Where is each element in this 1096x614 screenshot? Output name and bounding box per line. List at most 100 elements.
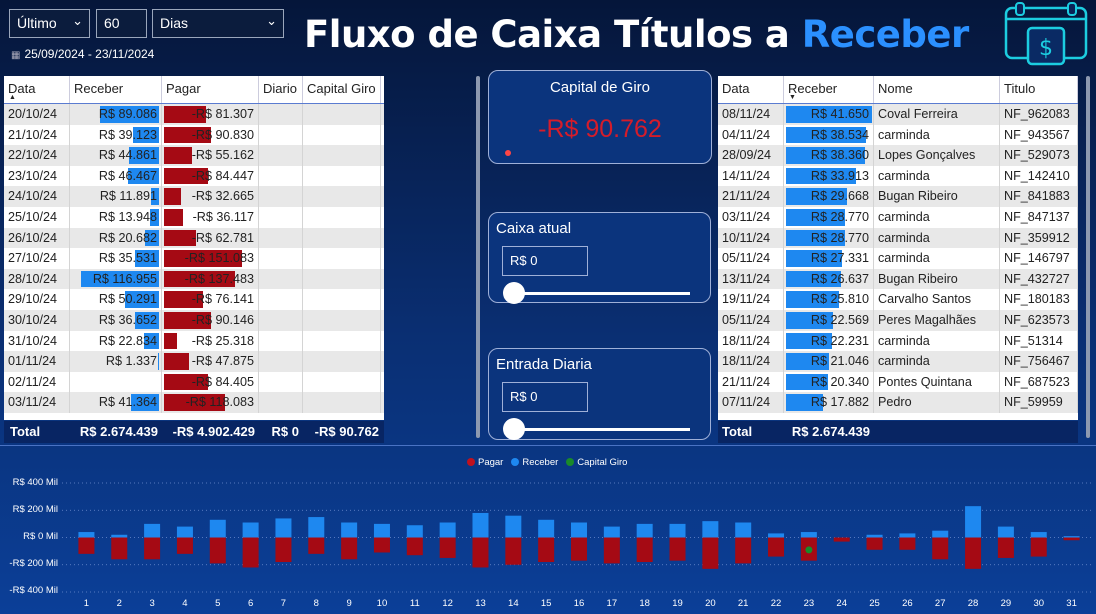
col-header-diario[interactable]: Diario xyxy=(259,76,303,103)
table-row[interactable]: 30/10/24 R$ 36.652 -R$ 90.146 xyxy=(4,309,384,331)
title-accent: Receber xyxy=(801,13,969,56)
table-row[interactable]: 21/11/24 R$ 20.340 Pontes Quintana NF_68752… xyxy=(718,371,1078,393)
cell-diario xyxy=(259,351,303,372)
cell-diario xyxy=(259,124,303,146)
x-tick-label: 23 xyxy=(804,598,815,609)
cell-receber: R$ 41.650 xyxy=(784,104,874,125)
cell-data: 14/11/24 xyxy=(718,165,784,187)
col-header-data[interactable]: Data ▲ xyxy=(4,76,70,103)
x-tick-label: 2 xyxy=(117,598,122,609)
table-row[interactable]: 31/10/24 R$ 22.834 -R$ 25.318 xyxy=(4,330,384,352)
x-tick-label: 31 xyxy=(1066,598,1077,609)
table-row[interactable]: 14/11/24 R$ 33.913 carminda NF_142410 xyxy=(718,165,1078,187)
table-row[interactable]: 03/11/24 R$ 41.364 -R$ 118.083 xyxy=(4,392,384,413)
table-row[interactable]: 23/10/24 R$ 46.467 -R$ 84.447 xyxy=(4,165,384,187)
receber-bar xyxy=(176,526,193,538)
cell-receber-text: R$ 27.331 xyxy=(810,251,869,266)
left-table-scrollbar[interactable] xyxy=(476,76,480,438)
col-header-pagar[interactable]: Pagar xyxy=(162,76,259,103)
filter-mode-select[interactable]: Último ⌄ xyxy=(9,9,90,38)
col-header-data[interactable]: Data xyxy=(718,76,784,103)
x-tick-label: 13 xyxy=(475,598,486,609)
table-row[interactable]: 29/10/24 R$ 50.291 -R$ 76.141 xyxy=(4,289,384,310)
receber-bar xyxy=(965,506,982,538)
right-table-scrollbar[interactable] xyxy=(1086,76,1090,438)
cell-receber-text: R$ 41.650 xyxy=(810,107,869,121)
table-row[interactable]: 27/10/24 R$ 35.531 -R$ 151.083 xyxy=(4,248,384,269)
caixa-atual-input[interactable]: R$ 0 xyxy=(502,246,588,276)
cell-receber-text: R$ 29.668 xyxy=(810,189,869,204)
cell-receber: R$ 22.231 xyxy=(784,330,874,352)
cell-receber-text: R$ 36.652 xyxy=(98,312,157,327)
table-row[interactable]: 05/11/24 R$ 22.569 Peres Magalhães NF_62357… xyxy=(718,309,1078,331)
cell-data: 05/11/24 xyxy=(718,248,784,269)
capital-giro-point xyxy=(805,546,813,554)
x-tick-label: 4 xyxy=(182,598,187,609)
pagar-bar xyxy=(209,537,226,564)
cell-data: 25/10/24 xyxy=(4,206,70,228)
cell-capital-giro xyxy=(303,145,381,166)
entrada-diaria-slider-track[interactable] xyxy=(509,428,690,431)
x-tick-label: 19 xyxy=(672,598,683,609)
table-row[interactable]: 01/11/24 R$ 1.337 -R$ 47.875 xyxy=(4,351,384,372)
cell-receber: R$ 36.652 xyxy=(70,309,162,331)
caixa-atual-slider-handle[interactable] xyxy=(503,282,525,304)
table-row[interactable]: 24/10/24 R$ 11.891 -R$ 32.665 xyxy=(4,186,384,207)
filter-unit-select[interactable]: Dias ⌄ xyxy=(152,9,284,38)
table-row[interactable]: 22/10/24 R$ 44.861 -R$ 55.162 xyxy=(4,145,384,166)
table-row[interactable]: 28/09/24 R$ 38.360 Lopes Gonçalves NF_52907… xyxy=(718,145,1078,166)
pagar-bar xyxy=(308,537,325,554)
col-header-nome[interactable]: Nome xyxy=(874,76,1000,103)
table-row[interactable]: 07/11/24 R$ 17.882 Pedro NF_59959 xyxy=(718,392,1078,413)
pagar-bar xyxy=(78,537,95,554)
receber-bar xyxy=(1063,536,1080,538)
table-row[interactable]: 03/11/24 R$ 28.770 carminda NF_847137 xyxy=(718,206,1078,228)
receber-bar xyxy=(866,534,883,538)
cell-diario xyxy=(259,392,303,413)
cell-titulo: NF_180183 xyxy=(1000,289,1078,310)
table-row[interactable]: 26/10/24 R$ 20.682 -R$ 62.781 xyxy=(4,227,384,249)
table-row[interactable]: 10/11/24 R$ 28.770 carminda NF_359912 xyxy=(718,227,1078,249)
col-header-titulo[interactable]: Titulo xyxy=(1000,76,1078,103)
cell-nome: Bugan Ribeiro xyxy=(874,186,1000,207)
cell-data: 23/10/24 xyxy=(4,165,70,187)
table-row[interactable]: 20/10/24 R$ 89.086 -R$ 81.307 xyxy=(4,104,384,125)
pagar-bar xyxy=(833,537,850,542)
table-row[interactable]: 02/11/24 -R$ 84.405 xyxy=(4,371,384,393)
cell-receber: R$ 41.364 xyxy=(70,392,162,413)
cell-nome: Peres Magalhães xyxy=(874,309,1000,331)
table-row[interactable]: 13/11/24 R$ 26.637 Bugan Ribeiro NF_432727 xyxy=(718,268,1078,290)
cell-receber: R$ 116.955 xyxy=(70,268,162,290)
cell-receber-text: R$ 116.955 xyxy=(92,271,157,286)
filter-count-input[interactable]: 60 xyxy=(96,9,147,38)
col-header-capital-giro[interactable]: Capital Giro xyxy=(303,76,381,103)
table-row[interactable]: 18/11/24 R$ 22.231 carminda NF_51314 xyxy=(718,330,1078,352)
status-dot xyxy=(505,150,511,156)
table-row[interactable]: 21/11/24 R$ 29.668 Bugan Ribeiro NF_841883 xyxy=(718,186,1078,207)
col-header-receber[interactable]: Receber ▼ xyxy=(784,76,874,103)
right-total-row: Total R$ 2.674.439 xyxy=(718,421,1078,443)
cell-pagar: -R$ 84.405 xyxy=(162,371,259,393)
table-row[interactable]: 08/11/24 R$ 41.650 Coval Ferreira NF_962083 xyxy=(718,104,1078,125)
receber-bar xyxy=(341,522,358,538)
pagar-bar xyxy=(1063,537,1080,541)
cell-titulo: NF_943567 xyxy=(1000,124,1078,146)
table-row[interactable]: 19/11/24 R$ 25.810 Carvalho Santos NF_18018… xyxy=(718,289,1078,310)
table-row[interactable]: 21/10/24 R$ 39.123 -R$ 90.830 xyxy=(4,124,384,146)
entrada-diaria-input[interactable]: R$ 0 xyxy=(502,382,588,412)
entrada-diaria-slider-handle[interactable] xyxy=(503,418,525,440)
table-row[interactable]: 04/11/24 R$ 38.534 carminda NF_943567 xyxy=(718,124,1078,146)
receber-bar xyxy=(669,523,686,538)
cell-pagar: -R$ 118.083 xyxy=(162,392,259,413)
cell-data: 28/10/24 xyxy=(4,268,70,290)
table-row[interactable]: 28/10/24 R$ 116.955 -R$ 137.483 xyxy=(4,268,384,290)
pagar-bar xyxy=(144,537,161,560)
cell-receber-text: R$ 46.467 xyxy=(98,168,157,183)
chevron-down-icon: ⌄ xyxy=(266,13,277,28)
table-row[interactable]: 25/10/24 R$ 13.948 -R$ 36.117 xyxy=(4,206,384,228)
table-row[interactable]: 05/11/24 R$ 27.331 carminda NF_146797 xyxy=(718,248,1078,269)
col-header-receber[interactable]: Receber xyxy=(70,76,162,103)
receber-bar xyxy=(603,526,620,538)
caixa-atual-slider-track[interactable] xyxy=(509,292,690,295)
table-row[interactable]: 18/11/24 R$ 21.046 carminda NF_756467 xyxy=(718,351,1078,372)
